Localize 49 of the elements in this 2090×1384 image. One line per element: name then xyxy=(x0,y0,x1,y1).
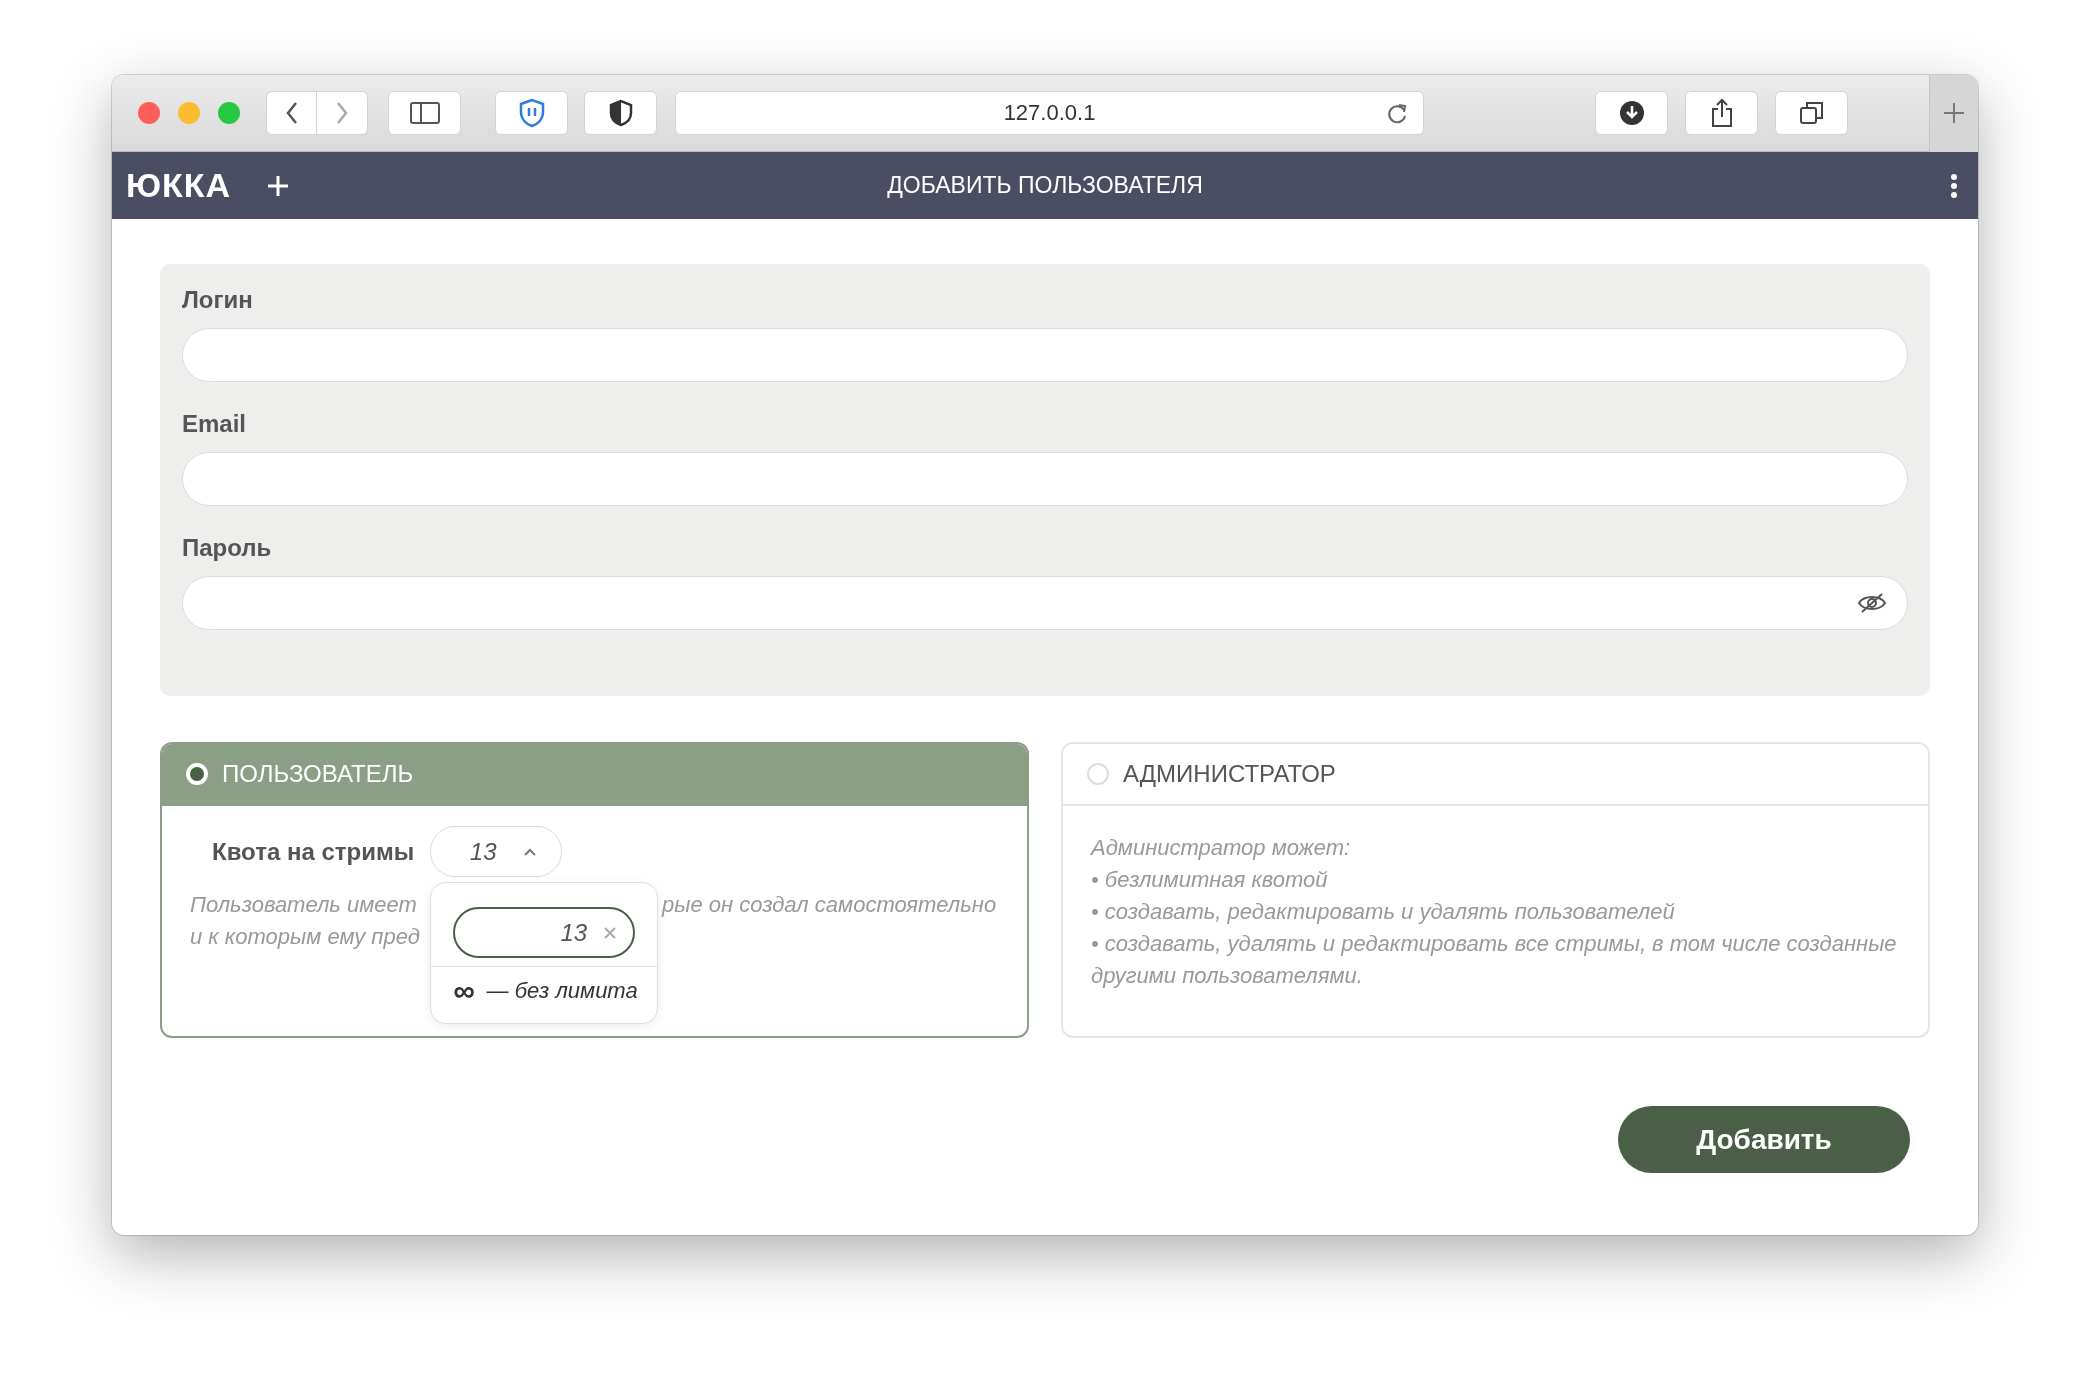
back-button[interactable] xyxy=(266,91,317,135)
chevron-up-icon xyxy=(522,847,537,856)
permission-item: • создавать, редактировать и удалять пользователей xyxy=(1091,898,1676,926)
field-label: Логин xyxy=(182,286,254,314)
privacy-extension-button[interactable] xyxy=(584,91,657,135)
field-label: Email xyxy=(182,410,248,438)
reload-icon xyxy=(1385,102,1409,126)
chevron-left-icon xyxy=(284,101,299,125)
page-title: ДОБАВИТЬ ПОЛЬЗОВАТЕЛЯ xyxy=(887,172,1203,198)
permission-item: • безлимитная квотой xyxy=(1091,866,1329,894)
quota-dropdown[interactable]: 13 xyxy=(430,826,563,877)
sidebar-icon xyxy=(409,102,440,124)
shield-extension-button[interactable] xyxy=(495,91,568,135)
add-button[interactable]: Добавить xyxy=(1618,1106,1910,1173)
app-logo[interactable]: ЮККА xyxy=(126,166,232,205)
field-label: Пароль xyxy=(182,534,273,562)
unlimited-option[interactable]: ∞ — без лимита xyxy=(431,966,658,1023)
eye-off-icon[interactable] xyxy=(1857,592,1887,614)
close-window-button[interactable] xyxy=(138,102,160,124)
chevron-right-icon xyxy=(335,101,349,125)
downloads-button[interactable] xyxy=(1595,91,1668,135)
permission-item: • создавать, удалять и редактировать все стримы, в том числе созданные другими пользователями. xyxy=(1091,930,1898,990)
more-menu-icon[interactable] xyxy=(1950,172,1958,199)
sidebar-button[interactable] xyxy=(388,91,461,135)
tabs-button[interactable] xyxy=(1775,91,1848,135)
description-text: Пользователь имеет xyxy=(190,891,418,919)
quota-label: Квота на стримы xyxy=(212,836,415,867)
text-field[interactable] xyxy=(182,328,1908,382)
plus-icon[interactable] xyxy=(267,174,290,197)
shield-icon xyxy=(518,98,545,128)
password-field[interactable] xyxy=(182,576,1908,630)
quota-input-field[interactable]: 13 xyxy=(453,907,636,958)
clear-icon[interactable] xyxy=(603,925,618,940)
role-title: ПОЛЬЗОВАТЕЛЬ xyxy=(222,760,414,788)
share-icon xyxy=(1709,98,1734,128)
half-shield-icon xyxy=(608,99,633,127)
share-button[interactable] xyxy=(1685,91,1758,135)
radio-button[interactable] xyxy=(1087,763,1109,785)
download-icon xyxy=(1618,100,1645,126)
description-text: Администратор может: xyxy=(1091,834,1352,862)
text-field[interactable] xyxy=(182,452,1908,506)
url-text: 127.0.0.1 xyxy=(1003,100,1096,126)
description-text: и к которым ему пред xyxy=(190,923,421,951)
address-bar[interactable]: 127.0.0.1 xyxy=(675,91,1424,135)
tabs-icon xyxy=(1798,100,1825,126)
plus-icon xyxy=(1943,102,1965,124)
role-title: АДМИНИСТРАТОР xyxy=(1123,760,1336,788)
role-header[interactable]: АДМИНИСТРАТОР xyxy=(1063,744,1928,806)
description-text: рые он создал самостоятельно xyxy=(662,891,998,919)
